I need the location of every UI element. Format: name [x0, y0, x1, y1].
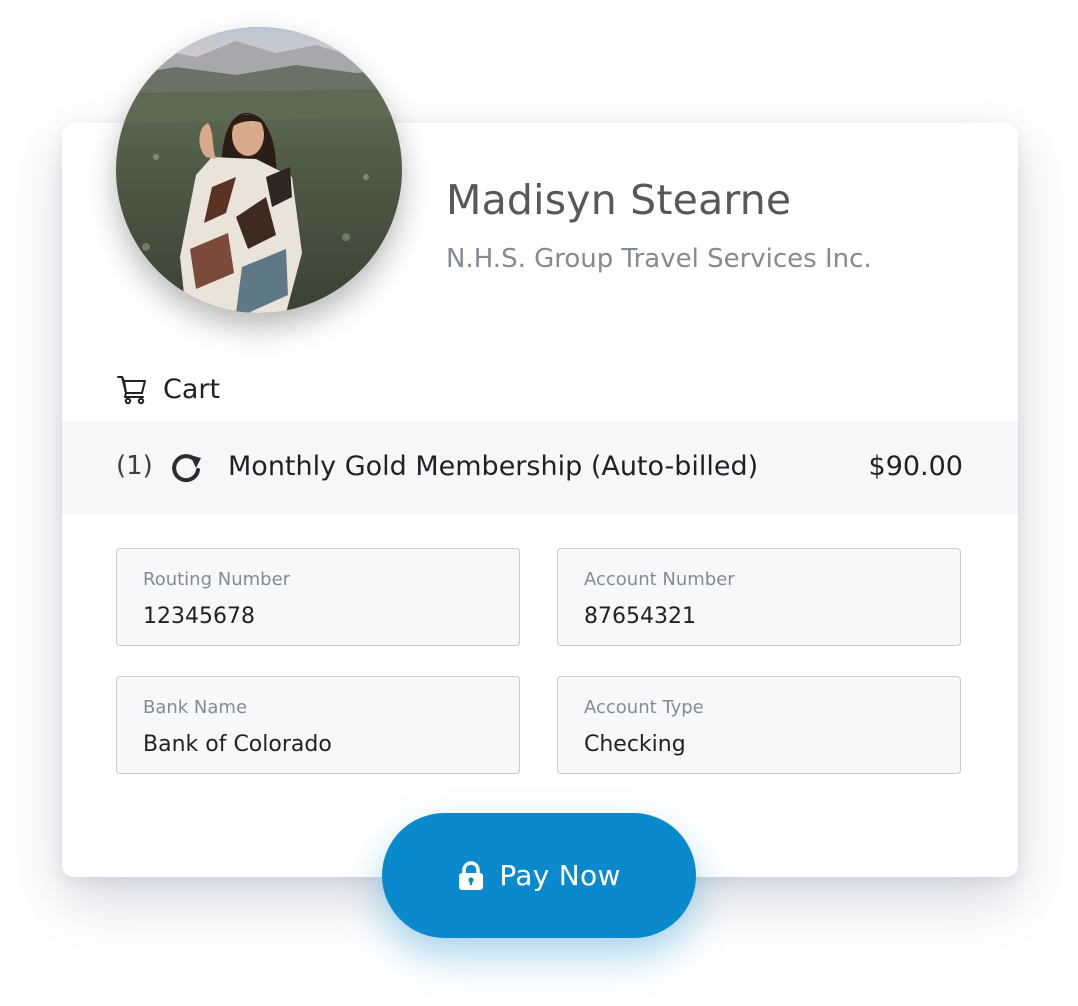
routing-number-field[interactable]: Routing Number 12345678	[116, 548, 520, 646]
account-type-value[interactable]: Checking	[584, 732, 686, 757]
avatar	[116, 27, 402, 313]
cart-line-item: (1) Monthly Gold Membership (Auto-billed…	[62, 421, 1018, 514]
recurring-icon	[168, 449, 204, 485]
lock-icon	[457, 860, 485, 891]
account-number-field[interactable]: Account Number 87654321	[557, 548, 961, 646]
item-price: $90.00	[868, 451, 963, 482]
account-number-value[interactable]: 87654321	[584, 604, 696, 629]
routing-number-value[interactable]: 12345678	[143, 604, 255, 629]
company-name: N.H.S. Group Travel Services Inc.	[446, 244, 872, 274]
account-number-label: Account Number	[584, 569, 735, 590]
bank-name-field[interactable]: Bank Name Bank of Colorado	[116, 676, 520, 774]
bank-name-label: Bank Name	[143, 697, 248, 718]
item-name: Monthly Gold Membership (Auto-billed)	[228, 451, 759, 482]
routing-number-label: Routing Number	[143, 569, 291, 590]
cart-header: Cart	[116, 370, 220, 408]
profile-photo	[116, 27, 402, 313]
person-name: Madisyn Stearne	[446, 176, 792, 224]
pay-now-label: Pay Now	[499, 859, 621, 892]
account-type-field[interactable]: Account Type Checking	[557, 676, 961, 774]
item-quantity: (1)	[116, 451, 153, 481]
cart-label: Cart	[163, 373, 221, 405]
cart-icon	[116, 373, 148, 405]
pay-now-button[interactable]: Pay Now	[382, 813, 696, 938]
payment-page: Madisyn Stearne N.H.S. Group Travel Serv…	[0, 0, 1078, 1006]
account-type-label: Account Type	[584, 697, 704, 718]
bank-name-value[interactable]: Bank of Colorado	[143, 732, 332, 757]
